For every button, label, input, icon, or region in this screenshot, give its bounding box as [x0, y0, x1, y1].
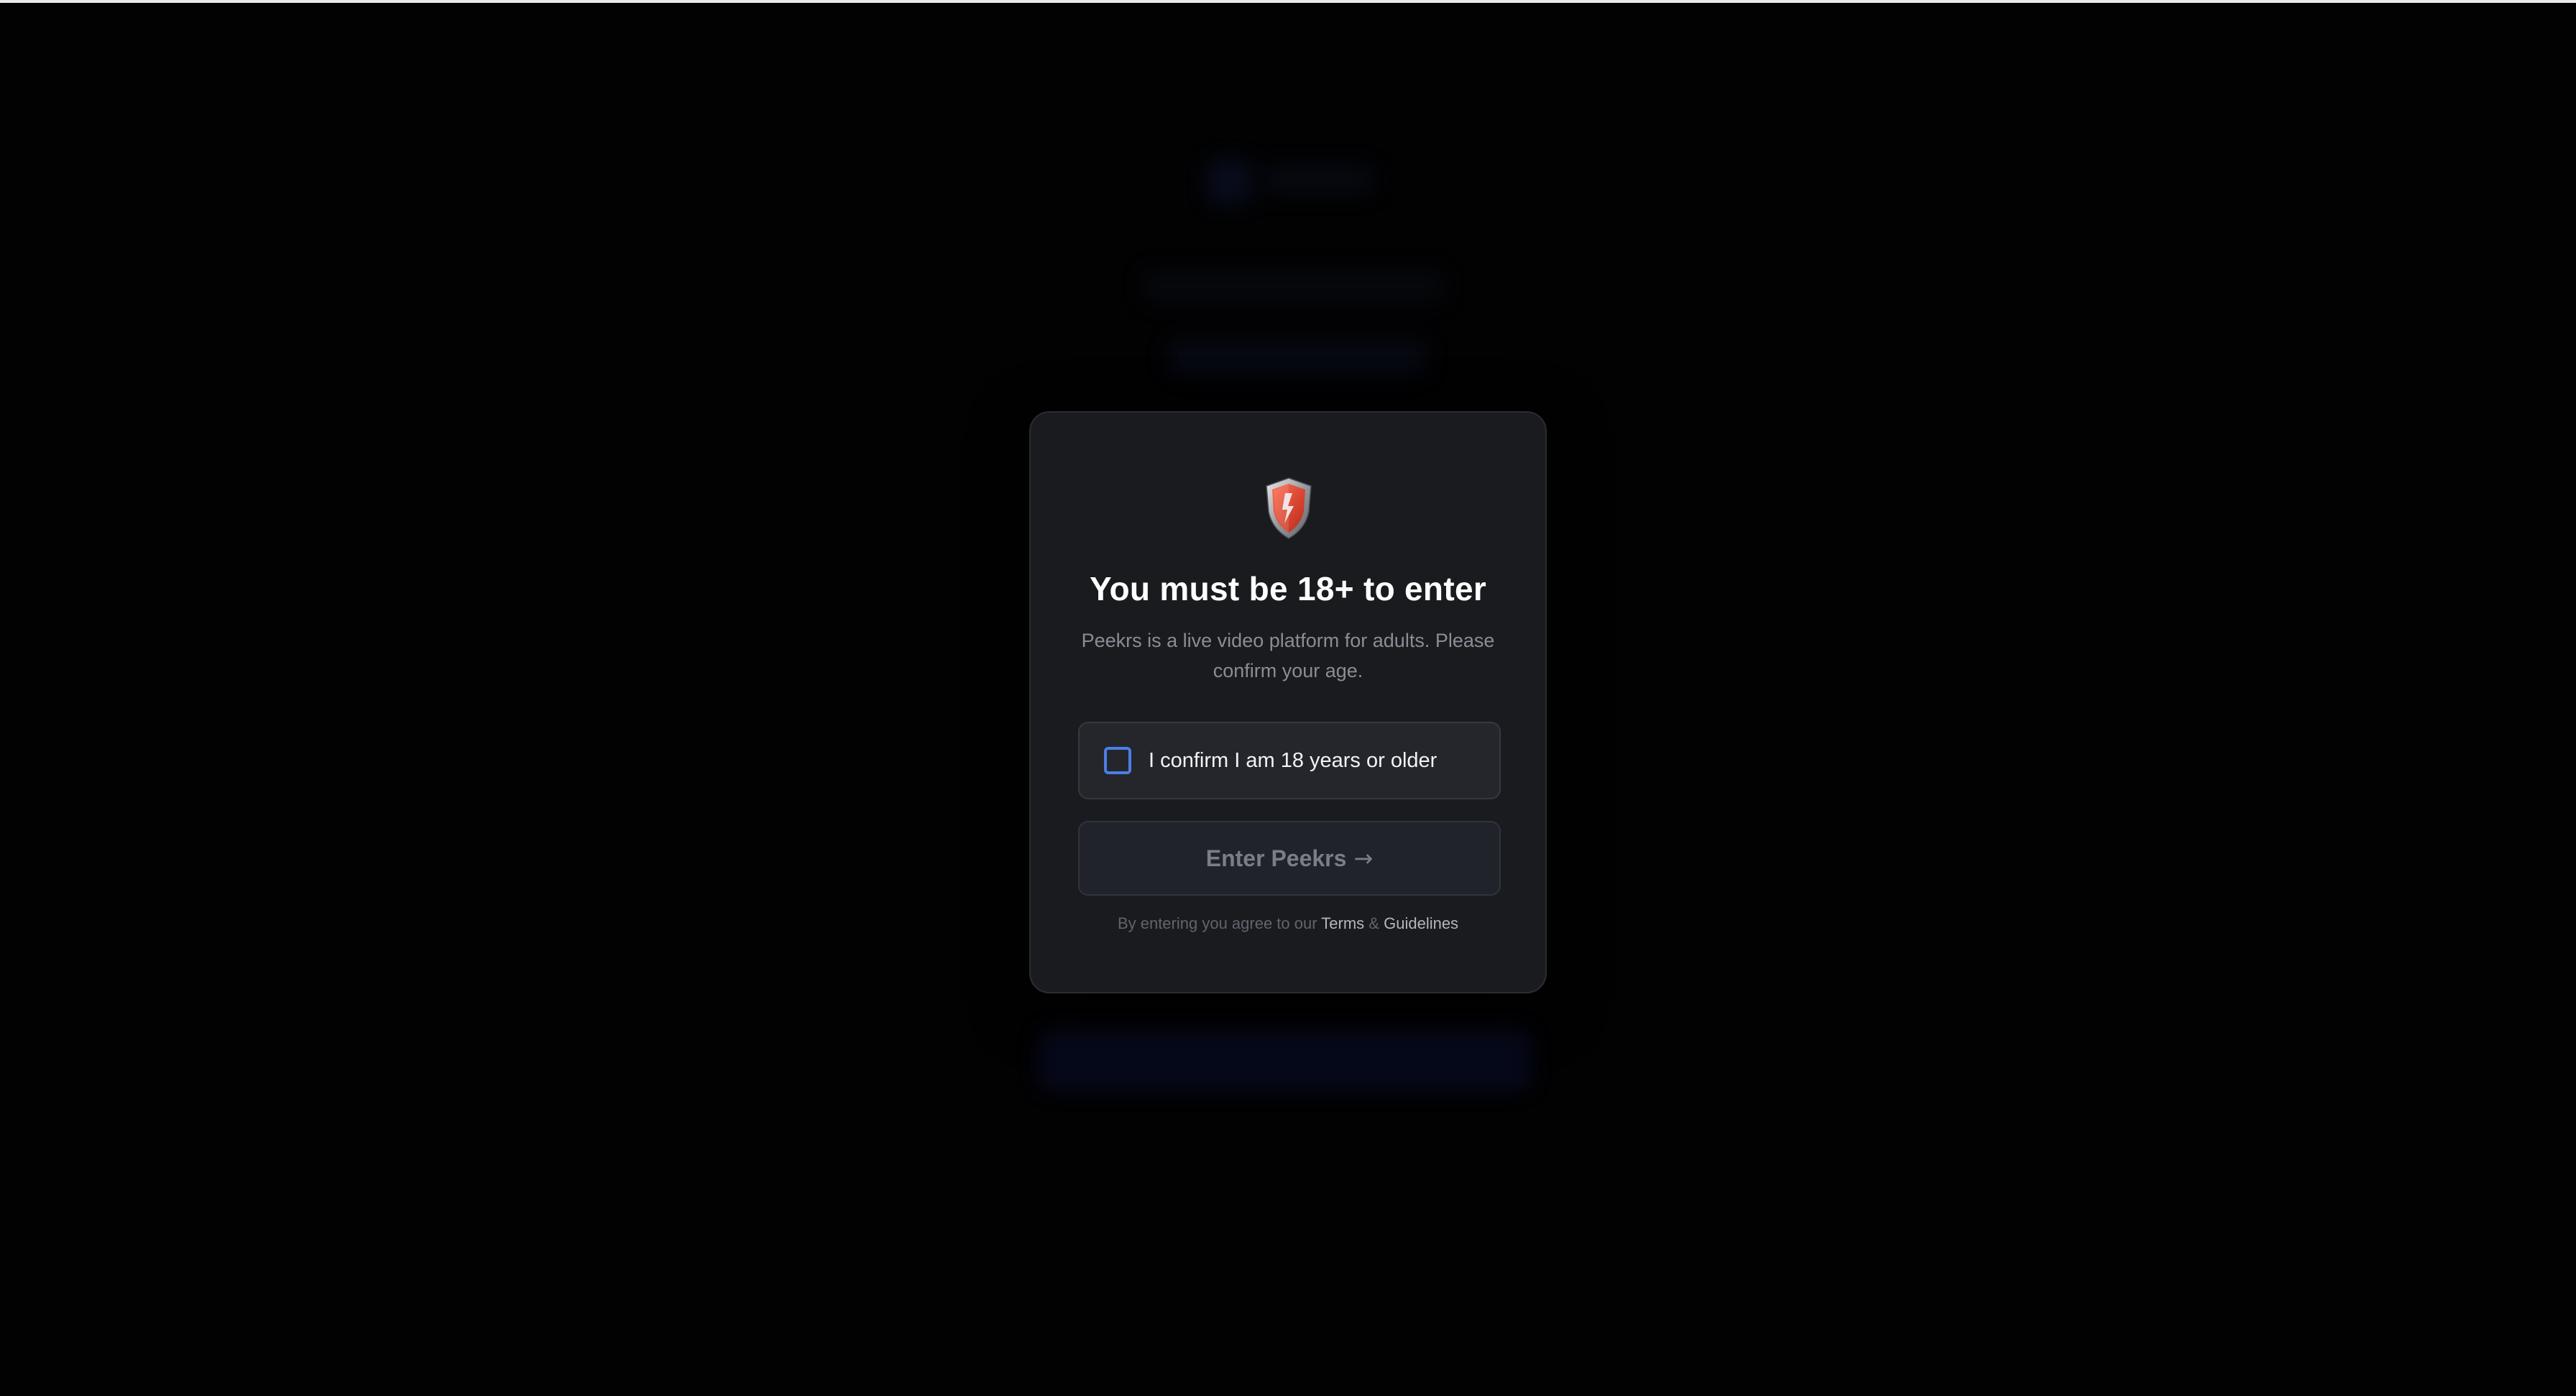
terms-notice-prefix: By entering you agree to our: [1117, 914, 1317, 932]
background-logo-text: [1265, 165, 1373, 194]
terms-notice-separator: &: [1368, 914, 1379, 932]
age-gate-screen: You must be 18+ to enter Peekrs is a liv…: [0, 0, 2576, 1396]
arrow-right-icon: →: [1353, 845, 1374, 872]
background-badge: [1168, 339, 1427, 375]
age-verification-modal: You must be 18+ to enter Peekrs is a liv…: [1029, 411, 1547, 993]
terms-link[interactable]: Terms: [1321, 914, 1364, 932]
enter-button[interactable]: Enter Peekrs →: [1078, 821, 1501, 896]
age-confirm-checkbox[interactable]: [1104, 747, 1131, 774]
background-logo: [1208, 160, 1252, 204]
background-cta-button: [1039, 1029, 1531, 1090]
terms-notice: By entering you agree to our Terms & Gui…: [1031, 914, 1545, 933]
shield-icon: [1266, 477, 1312, 539]
modal-title: You must be 18+ to enter: [1089, 570, 1487, 607]
enter-button-label: Enter Peekrs: [1205, 845, 1347, 871]
age-confirm-label[interactable]: I confirm I am 18 years or older: [1149, 749, 1437, 773]
background-heading: [1143, 270, 1445, 302]
guidelines-link[interactable]: Guidelines: [1384, 914, 1458, 932]
modal-subtitle: Peekrs is a live video platform for adul…: [1081, 630, 1495, 681]
age-confirm-checkbox-row[interactable]: I confirm I am 18 years or older: [1078, 722, 1501, 799]
